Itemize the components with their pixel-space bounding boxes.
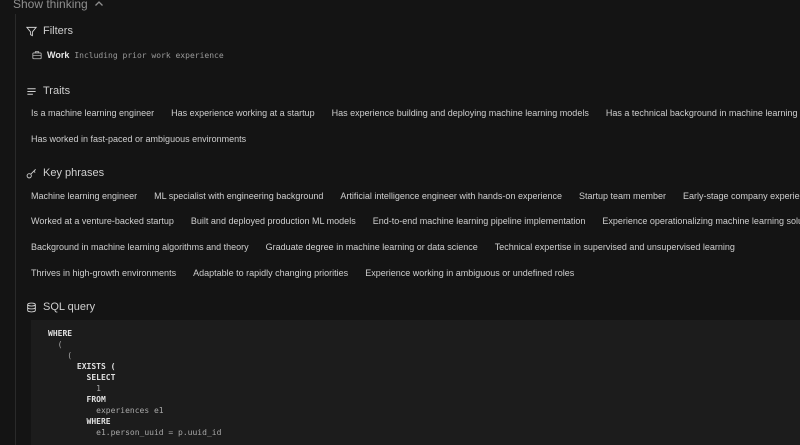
trait-chip: Has worked in fast-paced or ambiguous en… xyxy=(31,134,247,144)
sql-line: WHERE xyxy=(48,329,73,338)
key-phrases-row-4: Thrives in high-growth environments Adap… xyxy=(31,268,591,278)
key-phrases-title: Key phrases xyxy=(43,167,105,179)
key-icon xyxy=(26,168,36,178)
key-phrase-chip: Experience operationalizing machine lear… xyxy=(602,216,800,226)
briefcase-icon xyxy=(32,51,42,60)
sql-line: experiences e1 xyxy=(48,406,164,415)
trait-chip: Is a machine learning engineer xyxy=(31,108,155,118)
sql-code-block[interactable]: WHERE ( ( EXISTS ( SELECT 1 FROM experie… xyxy=(31,320,800,445)
key-phrase-chip: Worked at a venture-backed startup xyxy=(31,216,174,226)
sql-line: SELECT xyxy=(48,373,116,382)
chevron-up-icon xyxy=(94,1,103,6)
filter-description: Including prior work experience xyxy=(74,50,224,60)
traits-row-1: Is a machine learning engineer Has exper… xyxy=(31,108,800,118)
show-thinking-label: Show thinking xyxy=(13,0,88,11)
key-phrase-chip: Machine learning engineer xyxy=(31,191,138,201)
sql-query-header: SQL query xyxy=(26,301,95,313)
sql-line: WHERE xyxy=(48,417,111,426)
sql-line: ( xyxy=(48,340,63,349)
show-thinking-toggle[interactable]: Show thinking xyxy=(13,0,104,11)
filter-name: Work xyxy=(47,50,70,60)
key-phrases-header: Key phrases xyxy=(26,167,104,179)
key-phrase-chip: Adaptable to rapidly changing priorities xyxy=(193,268,349,278)
sql-line: FROM xyxy=(48,395,106,404)
sql-code: WHERE ( ( EXISTS ( SELECT 1 FROM experie… xyxy=(31,320,800,438)
thinking-view: Show thinking Filters Work Including pri… xyxy=(0,0,800,445)
trait-chip: Has a technical background in machine le… xyxy=(605,108,798,118)
key-phrase-chip: Technical expertise in supervised and un… xyxy=(494,242,735,252)
trait-chip: Has experience working at a startup xyxy=(171,108,315,118)
key-phrase-chip: Thrives in high-growth environments xyxy=(31,268,177,278)
trait-chip: Has experience building and deploying ma… xyxy=(331,108,589,118)
key-phrase-chip: Background in machine learning algorithm… xyxy=(31,242,249,252)
sql-line: EXISTS ( xyxy=(48,362,116,371)
sql-line: ( xyxy=(48,351,73,360)
key-phrase-chip: End-to-end machine learning pipeline imp… xyxy=(372,216,586,226)
key-phrases-row-2: Worked at a venture-backed startup Built… xyxy=(31,216,800,226)
key-phrase-chip: Built and deployed production ML models xyxy=(190,216,356,226)
filters-header: Filters xyxy=(26,25,73,37)
filter-icon xyxy=(26,26,37,36)
key-phrase-chip: ML specialist with engineering backgroun… xyxy=(154,191,324,201)
sql-line: e1.person_uuid = p.uuid_id xyxy=(48,428,222,437)
database-icon xyxy=(27,302,36,312)
key-phrase-chip: Experience working in ambiguous or undef… xyxy=(365,268,575,278)
key-phrase-chip: Early-stage company experience xyxy=(683,191,800,201)
key-phrase-chip: Startup team member xyxy=(578,191,667,201)
sql-query-title: SQL query xyxy=(43,301,96,313)
key-phrase-chip: Graduate degree in machine learning or d… xyxy=(265,242,478,252)
key-phrases-row-3: Background in machine learning algorithm… xyxy=(31,242,752,252)
thinking-panel: Filters Work Including prior work experi… xyxy=(15,14,800,445)
filters-title: Filters xyxy=(43,25,73,37)
list-icon xyxy=(27,87,36,95)
key-phrase-chip: Artificial intelligence engineer with ha… xyxy=(340,191,562,201)
traits-title: Traits xyxy=(43,85,71,97)
traits-header: Traits xyxy=(26,85,70,97)
traits-row-2: Has worked in fast-paced or ambiguous en… xyxy=(31,134,263,144)
key-phrases-row-1: Machine learning engineer ML specialist … xyxy=(31,191,800,201)
filter-work[interactable]: Work Including prior work experience xyxy=(32,50,224,60)
sql-line: 1 xyxy=(48,384,101,393)
